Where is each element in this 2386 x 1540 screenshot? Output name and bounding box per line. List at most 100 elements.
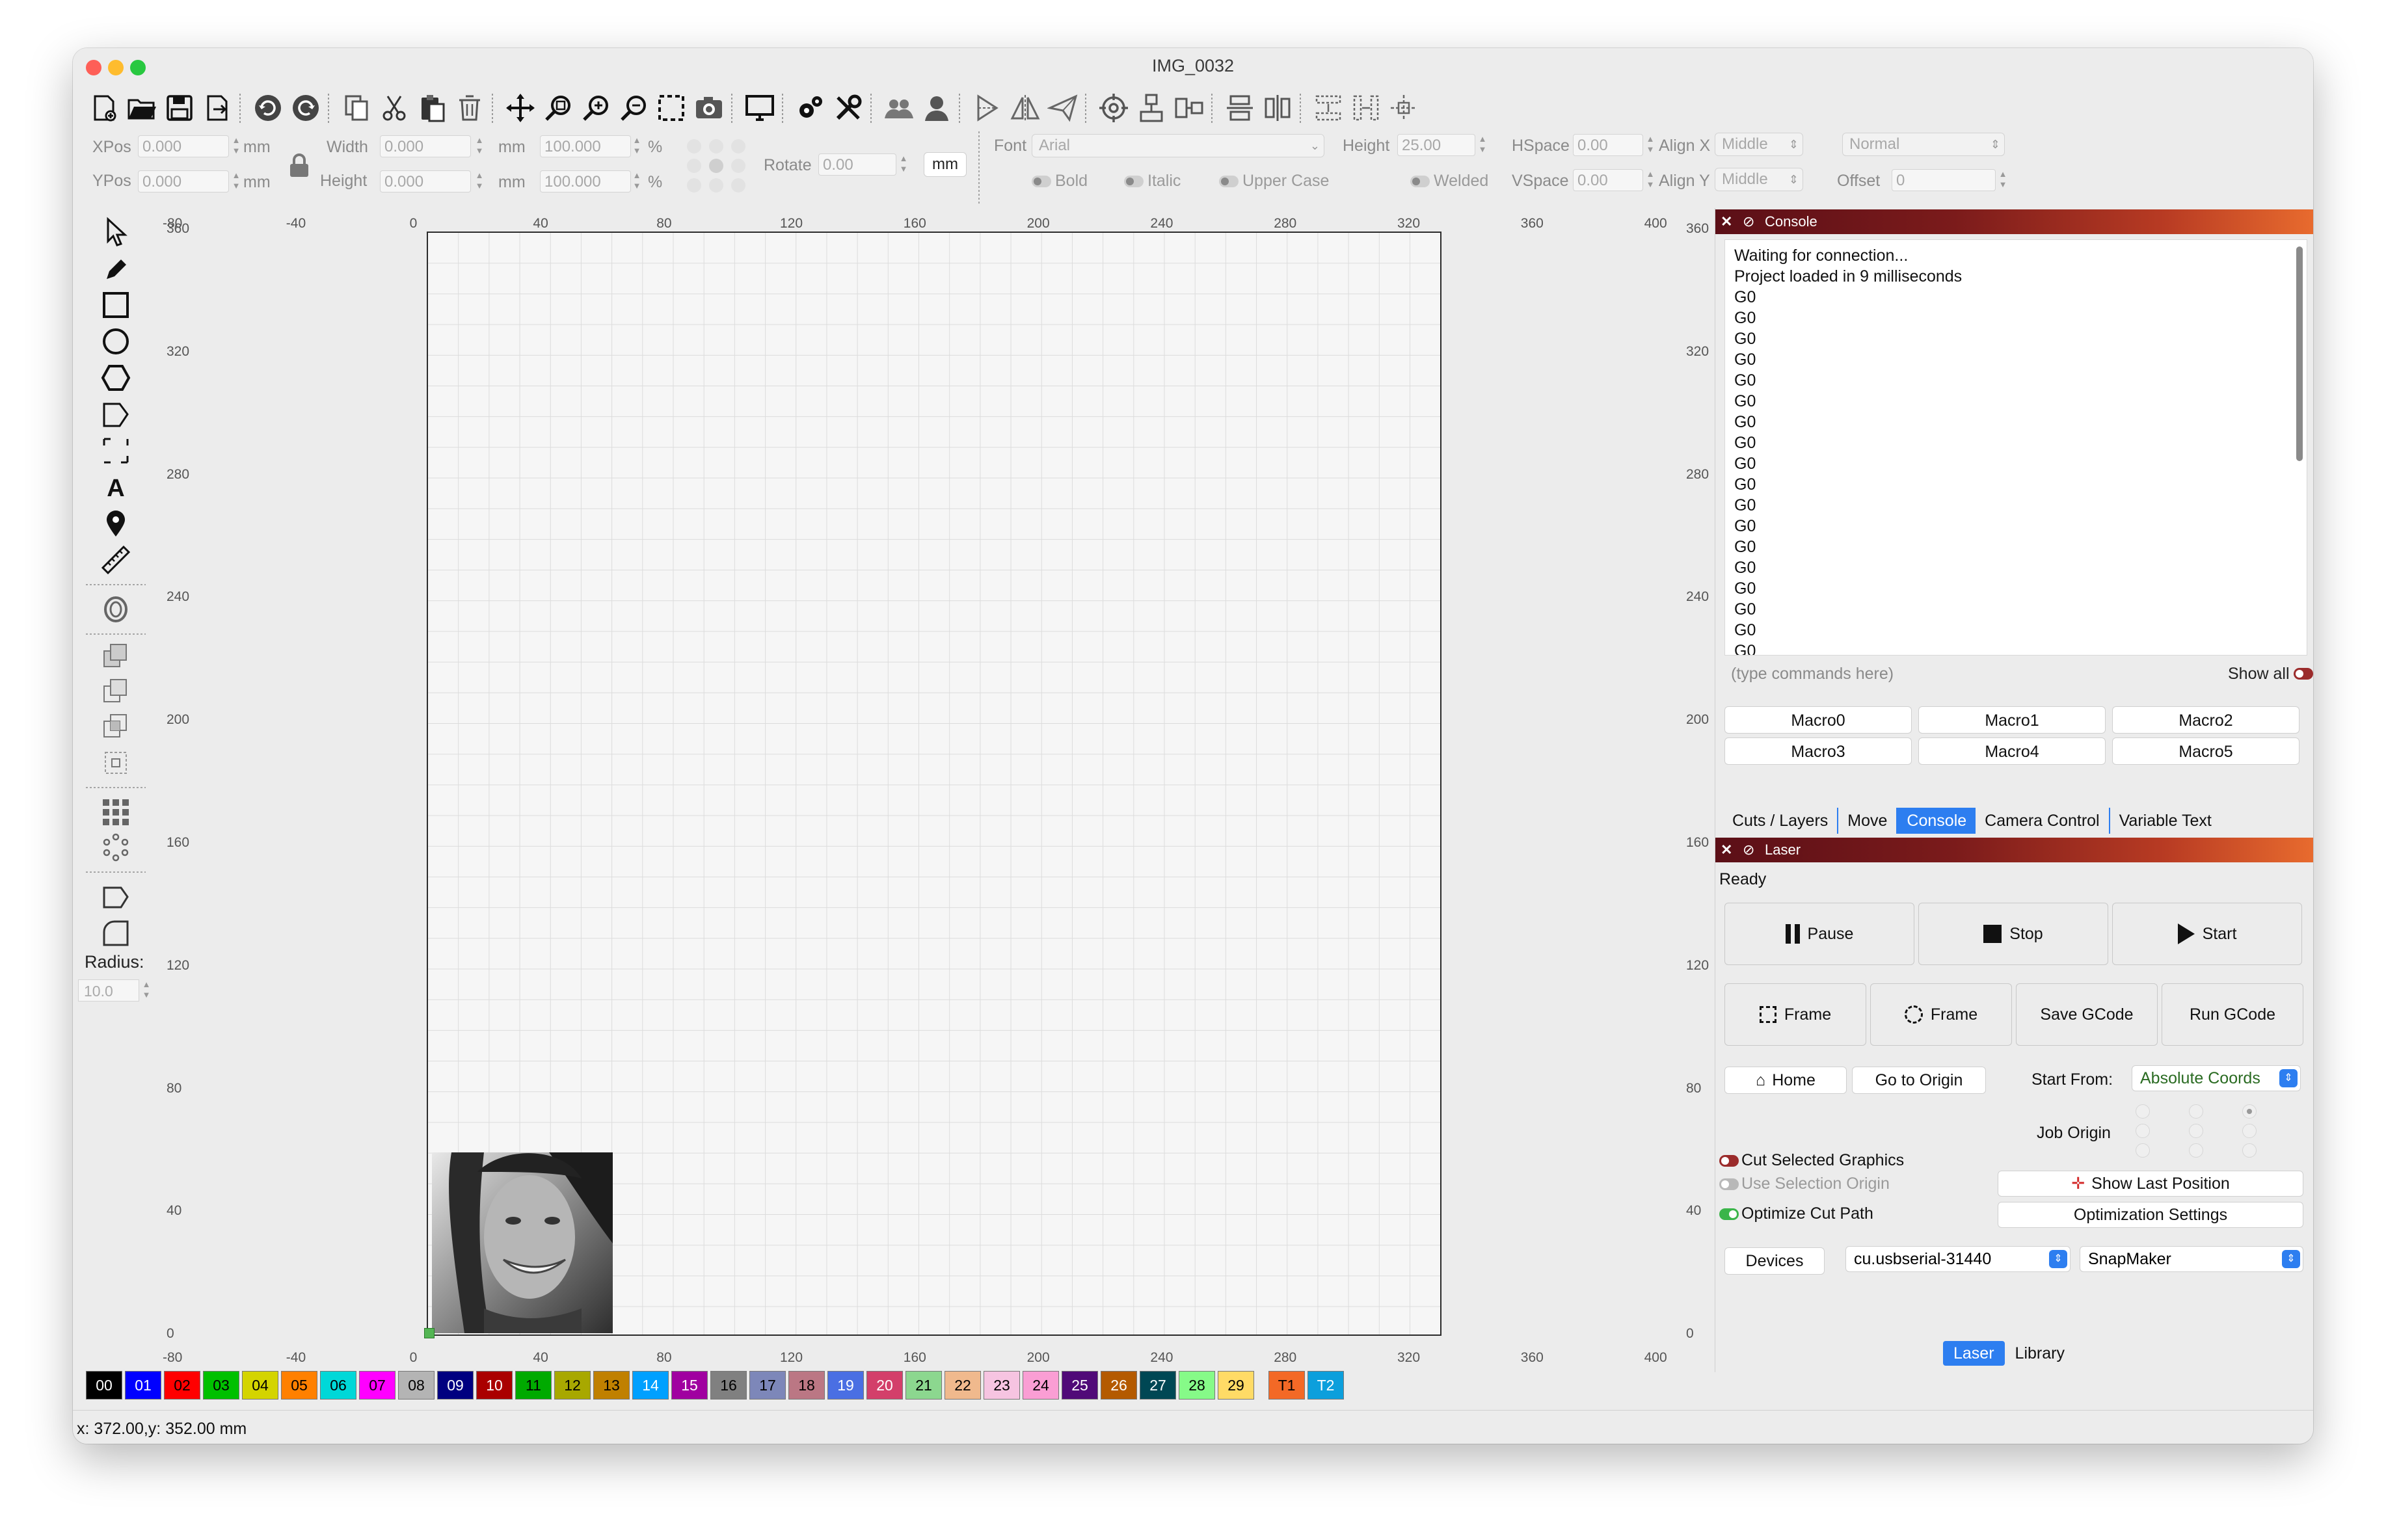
canvas-area[interactable]: -80 -40 0 40 80 120 160 200 240 280 320 360 400 -80-…	[159, 215, 1715, 1371]
color-swatch-02[interactable]: 02	[164, 1371, 200, 1400]
scale-width-input[interactable]: 100.000	[540, 135, 631, 157]
command-input[interactable]: (type commands here)	[1724, 661, 2225, 687]
vspace-input[interactable]: 0.00	[1573, 169, 1643, 191]
color-swatch-22[interactable]: 22	[945, 1371, 981, 1400]
flip-icon[interactable]	[969, 90, 1006, 126]
zoom-selection-icon[interactable]	[653, 90, 690, 126]
move-icon[interactable]	[502, 90, 539, 126]
target-icon[interactable]	[1095, 90, 1132, 126]
float-panel-icon[interactable]: ⊘	[1743, 838, 1754, 862]
color-swatch-t1[interactable]: T1	[1268, 1371, 1305, 1400]
rectangle-icon[interactable]	[98, 287, 134, 323]
undo-icon[interactable]	[250, 90, 286, 126]
corner-rect-icon[interactable]	[98, 433, 134, 468]
start-button[interactable]: Start	[2112, 903, 2302, 965]
boolean-diff-icon[interactable]	[98, 675, 134, 710]
photo-image[interactable]	[432, 1152, 613, 1333]
color-swatch-18[interactable]: 18	[788, 1371, 825, 1400]
ellipse-icon[interactable]	[98, 324, 134, 359]
color-swatch-23[interactable]: 23	[984, 1371, 1020, 1400]
align-x-select[interactable]: Middle ⇕	[1715, 133, 1803, 156]
color-swatch-11[interactable]: 11	[515, 1371, 552, 1400]
offset-input[interactable]: 0	[1892, 169, 1996, 191]
font-height-stepper[interactable]: ▲ ▼	[1478, 134, 1487, 156]
close-panel-icon[interactable]: ✕	[1721, 209, 1732, 234]
color-swatch-19[interactable]: 19	[827, 1371, 864, 1400]
align-cross-icon[interactable]	[1386, 90, 1422, 126]
color-swatch-10[interactable]: 10	[476, 1371, 513, 1400]
unit-toggle-button[interactable]: mm	[924, 152, 967, 177]
radius-stepper[interactable]: ▲ ▼	[142, 979, 151, 1002]
hspace-stepper[interactable]: ▲ ▼	[1646, 134, 1655, 156]
copy-icon[interactable]	[338, 90, 375, 126]
tab-move[interactable]: Move	[1838, 808, 1898, 834]
tab-cuts-layers[interactable]: Cuts / Layers	[1723, 808, 1839, 834]
mirror-icon[interactable]	[1007, 90, 1043, 126]
measure-ruler-icon[interactable]	[98, 542, 134, 578]
device-select[interactable]: SnapMaker ⇕	[2080, 1246, 2303, 1272]
color-swatch-00[interactable]: 00	[86, 1371, 122, 1400]
welded-toggle[interactable]: Welded	[1410, 172, 1488, 191]
radius-input[interactable]: 10.0	[78, 979, 139, 1002]
font-select[interactable]: Arial ⌄	[1032, 134, 1324, 157]
height-input[interactable]: 0.000	[380, 170, 471, 192]
color-swatch-27[interactable]: 27	[1140, 1371, 1176, 1400]
font-height-input[interactable]: 25.00	[1397, 134, 1475, 156]
xpos-input[interactable]: 0.000	[138, 135, 229, 157]
zoom-fit-icon[interactable]	[540, 90, 576, 126]
upper-case-toggle[interactable]: Upper Case	[1219, 172, 1329, 191]
tab-variable-text[interactable]: Variable Text	[2110, 808, 2221, 834]
cut-selected-toggle[interactable]: Cut Selected Graphics	[1719, 1151, 1904, 1170]
height-stepper[interactable]: ▲ ▼	[475, 170, 484, 192]
delete-icon[interactable]	[451, 90, 488, 126]
macro-5-button[interactable]: Macro5	[2112, 737, 2299, 765]
macro-1-button[interactable]: Macro1	[1918, 706, 2106, 734]
paste-icon[interactable]	[414, 90, 450, 126]
new-file-icon[interactable]	[86, 90, 122, 126]
show-all-toggle[interactable]: Show all	[2228, 661, 2313, 687]
distribute-h-icon[interactable]	[1222, 90, 1258, 126]
ypos-input[interactable]: 0.000	[138, 170, 229, 192]
macro-2-button[interactable]: Macro2	[2112, 706, 2299, 734]
pencil-icon[interactable]	[98, 251, 134, 286]
color-swatch-01[interactable]: 01	[125, 1371, 161, 1400]
console-scrollbar[interactable]	[2296, 246, 2303, 461]
redo-icon[interactable]	[288, 90, 324, 126]
text-style-select[interactable]: Normal ⇕	[1842, 133, 2005, 156]
color-swatch-14[interactable]: 14	[632, 1371, 669, 1400]
color-swatch-08[interactable]: 08	[398, 1371, 435, 1400]
zoom-in-icon[interactable]	[578, 90, 614, 126]
color-swatch-t2[interactable]: T2	[1307, 1371, 1344, 1400]
work-area-grid[interactable]	[424, 232, 1441, 1338]
pentagon-icon[interactable]	[98, 397, 134, 432]
circular-array-icon[interactable]	[98, 830, 134, 865]
macro-0-button[interactable]: Macro0	[1724, 706, 1912, 734]
frame-rect-button[interactable]: Frame	[1724, 983, 1866, 1046]
stop-button[interactable]: Stop	[1918, 903, 2108, 965]
color-swatch-28[interactable]: 28	[1179, 1371, 1215, 1400]
frame-circle-button[interactable]: Frame	[1870, 983, 2012, 1046]
color-swatch-09[interactable]: 09	[437, 1371, 474, 1400]
optimize-cut-path-toggle[interactable]: Optimize Cut Path	[1719, 1204, 1873, 1223]
width-input[interactable]: 0.000	[380, 135, 471, 157]
scale-height-input[interactable]: 100.000	[540, 170, 631, 192]
color-swatch-29[interactable]: 29	[1218, 1371, 1254, 1400]
hspace-input[interactable]: 0.00	[1573, 134, 1643, 156]
color-swatch-12[interactable]: 12	[554, 1371, 591, 1400]
home-button[interactable]: ⌂ Home	[1724, 1067, 1847, 1094]
start-from-select[interactable]: Absolute Coords ⇕	[2132, 1065, 2301, 1091]
color-swatch-07[interactable]: 07	[359, 1371, 395, 1400]
boolean-intersect-icon[interactable]	[98, 710, 134, 745]
send-icon[interactable]	[1045, 90, 1081, 126]
users-icon[interactable]	[881, 90, 917, 126]
color-swatch-04[interactable]: 04	[242, 1371, 278, 1400]
spacing-h-icon[interactable]	[1310, 90, 1347, 126]
tab-laser[interactable]: Laser	[1943, 1341, 2005, 1366]
color-swatch-05[interactable]: 05	[281, 1371, 317, 1400]
group-align-icon[interactable]	[1171, 90, 1207, 126]
tab-library[interactable]: Library	[2005, 1341, 2075, 1366]
pause-button[interactable]: Pause	[1724, 903, 1914, 965]
color-swatch-06[interactable]: 06	[320, 1371, 356, 1400]
color-swatch-17[interactable]: 17	[749, 1371, 786, 1400]
bold-toggle[interactable]: Bold	[1032, 172, 1088, 191]
